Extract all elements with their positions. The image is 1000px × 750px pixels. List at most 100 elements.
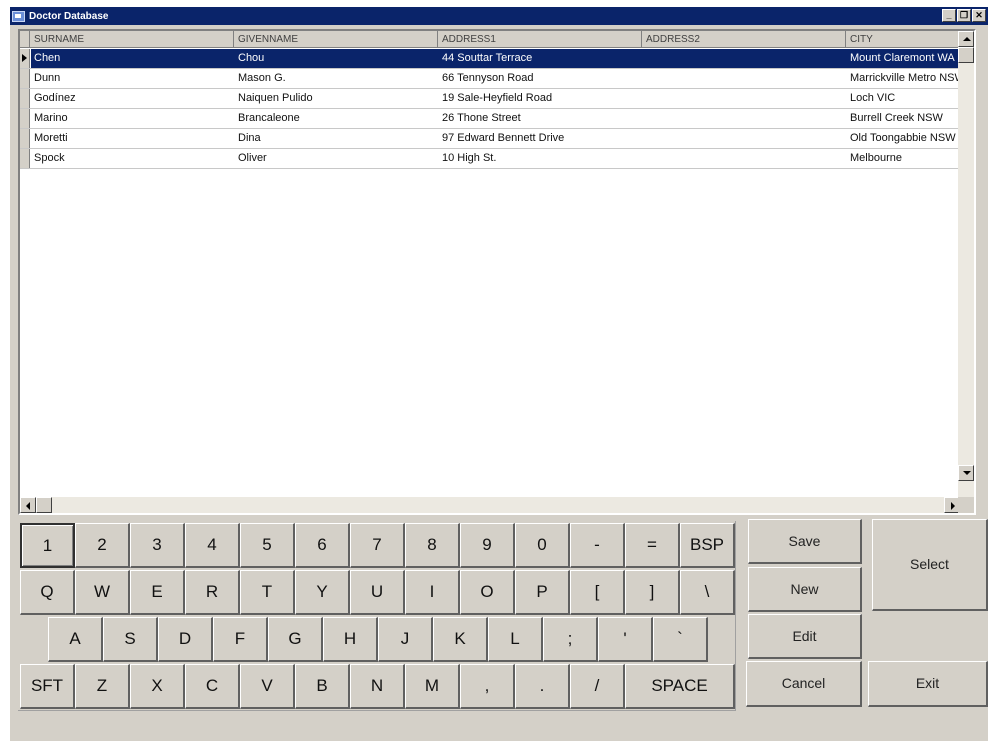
key-quote[interactable]: ': [598, 617, 653, 662]
key-1[interactable]: 1: [20, 523, 75, 568]
column-header-city[interactable]: CITY: [846, 31, 960, 48]
column-header-surname[interactable]: SURNAME: [30, 31, 234, 48]
table-row[interactable]: Godínez Naiquen Pulido 19 Sale-Heyfield Ro…: [20, 89, 960, 109]
row-selector[interactable]: [20, 129, 30, 148]
cell-address1[interactable]: 10 High St.: [438, 149, 642, 168]
key-i[interactable]: I: [405, 570, 460, 615]
key-bsp[interactable]: BSP: [680, 523, 735, 568]
key-backtick[interactable]: `: [653, 617, 708, 662]
key-x[interactable]: X: [130, 664, 185, 709]
key-9[interactable]: 9: [460, 523, 515, 568]
table-row[interactable]: Moretti Dina 97 Edward Bennett Drive Old To…: [20, 129, 960, 149]
key-m[interactable]: M: [405, 664, 460, 709]
key-l[interactable]: L: [488, 617, 543, 662]
key-h[interactable]: H: [323, 617, 378, 662]
key-v[interactable]: V: [240, 664, 295, 709]
key-s[interactable]: S: [103, 617, 158, 662]
cell-surname[interactable]: Moretti: [32, 129, 234, 148]
cell-givenname[interactable]: Brancaleone: [234, 109, 438, 128]
save-button[interactable]: Save: [748, 519, 862, 564]
cell-address2[interactable]: [642, 89, 846, 108]
exit-button[interactable]: Exit: [868, 661, 988, 707]
scroll-down-button[interactable]: [958, 465, 974, 481]
key-q[interactable]: Q: [20, 570, 75, 615]
key-t[interactable]: T: [240, 570, 295, 615]
doctor-grid[interactable]: SURNAME GIVENNAME ADDRESS1 ADDRESS2 CITY…: [18, 29, 976, 515]
column-header-givenname[interactable]: GIVENNAME: [234, 31, 438, 48]
key-w[interactable]: W: [75, 570, 130, 615]
cell-givenname[interactable]: Mason G.: [234, 69, 438, 88]
cell-address1[interactable]: 97 Edward Bennett Drive: [438, 129, 642, 148]
key-n[interactable]: N: [350, 664, 405, 709]
table-row[interactable]: Spock Oliver 10 High St. Melbourne: [20, 149, 960, 169]
cell-address1[interactable]: 26 Thone Street: [438, 109, 642, 128]
key-d[interactable]: D: [158, 617, 213, 662]
key-comma[interactable]: ,: [460, 664, 515, 709]
row-selector[interactable]: [20, 149, 30, 168]
edit-button[interactable]: Edit: [748, 614, 862, 659]
key-u[interactable]: U: [350, 570, 405, 615]
key-6[interactable]: 6: [295, 523, 350, 568]
key-k[interactable]: K: [433, 617, 488, 662]
key-e[interactable]: E: [130, 570, 185, 615]
horizontal-scrollbar[interactable]: [20, 497, 960, 513]
cell-givenname[interactable]: Chou: [234, 49, 438, 68]
key-a[interactable]: A: [48, 617, 103, 662]
scroll-left-button[interactable]: [20, 497, 36, 513]
cell-givenname[interactable]: Naiquen Pulido: [234, 89, 438, 108]
cell-address1[interactable]: 44 Souttar Terrace: [438, 49, 642, 68]
table-row[interactable]: Marino Brancaleone 26 Thone Street Burrell …: [20, 109, 960, 129]
key-7[interactable]: 7: [350, 523, 405, 568]
key-3[interactable]: 3: [130, 523, 185, 568]
key-lbracket[interactable]: [: [570, 570, 625, 615]
key-z[interactable]: Z: [75, 664, 130, 709]
key-y[interactable]: Y: [295, 570, 350, 615]
select-button[interactable]: Select: [872, 519, 988, 611]
key-j[interactable]: J: [378, 617, 433, 662]
column-header-address2[interactable]: ADDRESS2: [642, 31, 846, 48]
column-header-address1[interactable]: ADDRESS1: [438, 31, 642, 48]
vertical-scrollbar[interactable]: [958, 31, 974, 497]
restore-button[interactable]: ❐: [957, 9, 971, 22]
current-row-indicator-icon[interactable]: [20, 49, 30, 68]
key-r[interactable]: R: [185, 570, 240, 615]
row-selector[interactable]: [20, 89, 30, 108]
cell-address2[interactable]: [642, 109, 846, 128]
horizontal-scroll-thumb[interactable]: [36, 497, 52, 513]
cell-surname[interactable]: Chen: [32, 49, 234, 68]
cell-surname[interactable]: Dunn: [32, 69, 234, 88]
cell-city[interactable]: Melbourne: [846, 149, 960, 168]
cell-address2[interactable]: [642, 129, 846, 148]
cell-givenname[interactable]: Dina: [234, 129, 438, 148]
cell-surname[interactable]: Godínez: [32, 89, 234, 108]
cell-givenname[interactable]: Oliver: [234, 149, 438, 168]
close-button[interactable]: ✕: [972, 9, 986, 22]
key-5[interactable]: 5: [240, 523, 295, 568]
cell-address2[interactable]: [642, 49, 846, 68]
cancel-button[interactable]: Cancel: [746, 661, 862, 707]
table-row[interactable]: Dunn Mason G. 66 Tennyson Road Marrickville…: [20, 69, 960, 89]
key-rbracket[interactable]: ]: [625, 570, 680, 615]
key-8[interactable]: 8: [405, 523, 460, 568]
cell-address1[interactable]: 66 Tennyson Road: [438, 69, 642, 88]
key-minus[interactable]: -: [570, 523, 625, 568]
title-bar[interactable]: Doctor Database _ ❐ ✕: [10, 7, 988, 25]
key-2[interactable]: 2: [75, 523, 130, 568]
cell-surname[interactable]: Marino: [32, 109, 234, 128]
key-equals[interactable]: =: [625, 523, 680, 568]
scroll-up-button[interactable]: [958, 31, 974, 47]
cell-city[interactable]: Burrell Creek NSW: [846, 109, 960, 128]
cell-city[interactable]: Marrickville Metro NSW: [846, 69, 960, 88]
key-backslash[interactable]: \: [680, 570, 735, 615]
cell-address1[interactable]: 19 Sale-Heyfield Road: [438, 89, 642, 108]
key-semicolon[interactable]: ;: [543, 617, 598, 662]
cell-city[interactable]: Old Toongabbie NSW: [846, 129, 960, 148]
table-row[interactable]: Chen Chou 44 Souttar Terrace Mount Claremon…: [20, 49, 960, 69]
cell-surname[interactable]: Spock: [32, 149, 234, 168]
vertical-scroll-thumb[interactable]: [958, 47, 974, 63]
key-f[interactable]: F: [213, 617, 268, 662]
cell-address2[interactable]: [642, 149, 846, 168]
key-period[interactable]: .: [515, 664, 570, 709]
key-o[interactable]: O: [460, 570, 515, 615]
cell-city[interactable]: Mount Claremont WA: [846, 49, 960, 68]
